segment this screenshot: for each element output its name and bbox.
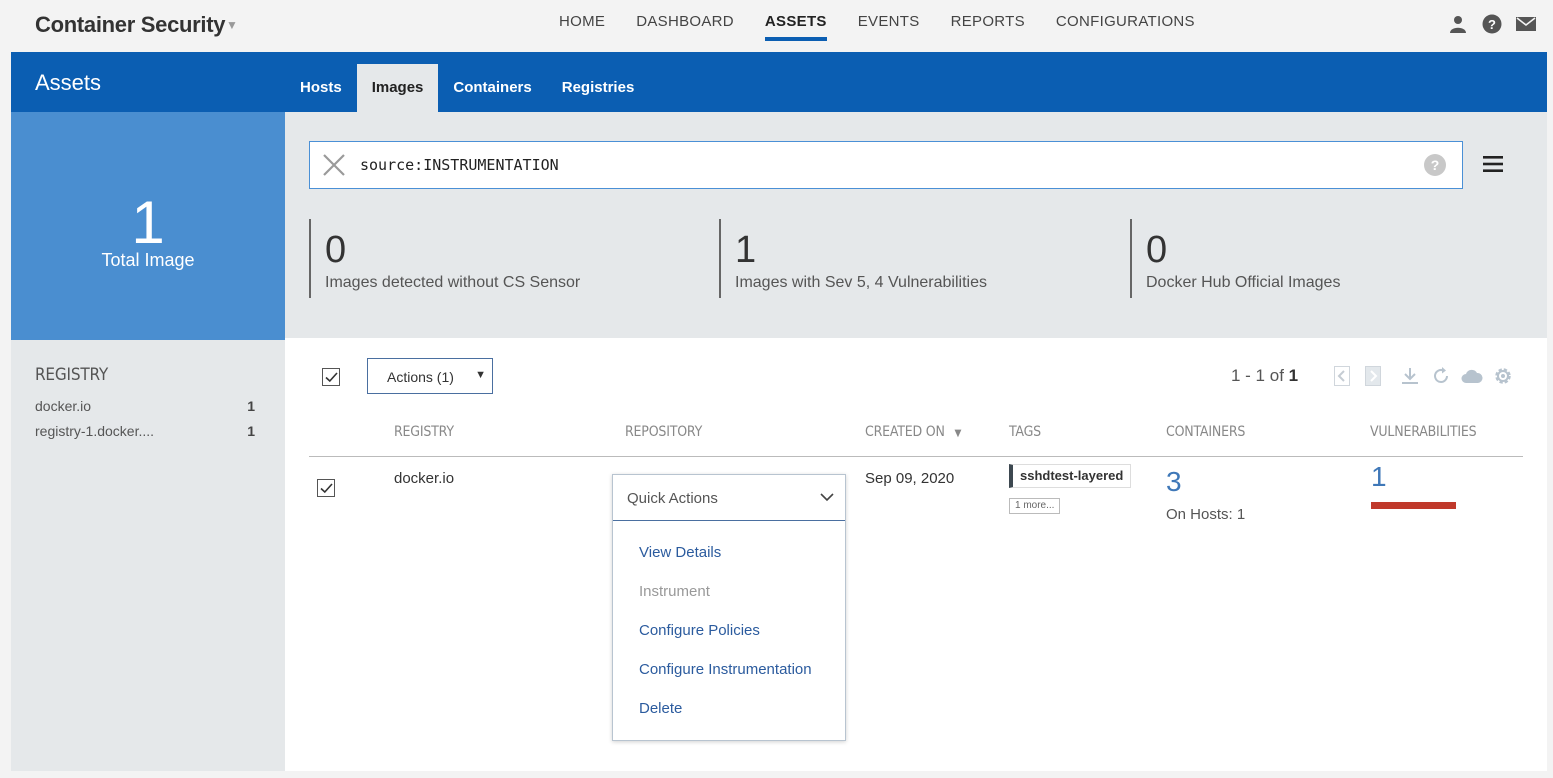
search-input[interactable]: source:INSTRUMENTATION [360,156,559,174]
nav-reports[interactable]: REPORTS [951,0,1025,52]
registry-filter-item[interactable]: registry-1.docker.... 1 [35,423,255,439]
quick-actions-label: Quick Actions [627,490,718,507]
app-title[interactable]: Container Security [35,12,226,38]
registry-filter-count: 1 [247,398,255,414]
sort-desc-icon: ▼ [954,428,962,439]
tab-containers[interactable]: Containers [438,64,546,112]
chevron-down-icon: ▼ [475,369,486,381]
registry-filter-name: registry-1.docker.... [35,423,155,439]
menu-item-configure-instrumentation[interactable]: Configure Instrumentation [639,661,812,678]
cell-registry: docker.io [394,470,455,487]
cell-created-on: Sep 09, 2020 [865,470,955,487]
stat-value: 1 [735,229,757,271]
more-tags-link[interactable]: 1 more... [1009,498,1061,514]
quick-actions-menu: Quick Actions View Details Instrument Co… [612,474,846,741]
settings-gear-icon[interactable] [1492,365,1514,387]
stat-value: 0 [325,229,347,271]
page-title: Assets [35,70,102,95]
summary-panel: source:INSTRUMENTATION ? 0 Images detect… [285,112,1547,338]
column-header-tags[interactable]: TAGS [1009,424,1041,440]
row-checkbox[interactable] [317,479,335,497]
menu-item-instrument: Instrument [639,583,710,600]
top-bar: Container Security ▼ HOME DASHBOARD ASSE… [0,0,1553,52]
asset-tabs: Hosts Images Containers Registries [285,64,649,112]
menu-item-configure-policies[interactable]: Configure Policies [639,622,760,639]
stat-sev-vulnerabilities[interactable]: 1 Images with Sev 5, 4 Vulnerabilities [719,219,987,298]
search-help-icon[interactable]: ? [1424,154,1446,176]
pagination-info: 1 - 1 of 1 [1231,366,1298,386]
column-header-registry[interactable]: REGISTRY [394,424,454,440]
column-header-vulnerabilities[interactable]: VULNERABILITIES [1370,424,1477,440]
tab-images[interactable]: Images [356,64,439,112]
registry-filter-panel: REGISTRY docker.io 1 registry-1.docker..… [11,340,285,771]
stat-without-sensor[interactable]: 0 Images detected without CS Sensor [309,219,580,298]
registry-filter-count: 1 [247,423,255,439]
user-icon[interactable] [1447,13,1469,35]
images-table-area: Actions (1) ▼ 1 - 1 of 1 REGISTRY REPOSI… [285,338,1547,771]
column-header-created-on[interactable]: CREATED ON ▼ [865,424,961,440]
vulnerabilities-count-link[interactable]: 1 [1371,461,1387,493]
header-divider [309,456,1523,457]
actions-dropdown[interactable]: Actions (1) ▼ [367,358,493,394]
download-icon[interactable] [1399,365,1421,387]
svg-text:?: ? [1488,17,1496,32]
registry-filter-item[interactable]: docker.io 1 [35,398,255,414]
top-icons: ? [1447,13,1537,35]
nav-assets[interactable]: ASSETS [764,0,827,52]
menu-hamburger-icon[interactable] [1483,155,1503,173]
pagination-range: 1 - 1 of [1231,366,1284,385]
help-icon[interactable]: ? [1481,13,1503,35]
nav-configurations[interactable]: CONFIGURATIONS [1056,0,1195,52]
mail-icon[interactable] [1515,13,1537,35]
cloud-icon[interactable] [1461,365,1483,387]
search-bar[interactable]: source:INSTRUMENTATION ? [309,141,1463,189]
pagination-total: 1 [1288,366,1299,385]
tab-registries[interactable]: Registries [547,64,650,112]
nav-dashboard[interactable]: DASHBOARD [636,0,734,52]
registry-filter-title: REGISTRY [35,365,108,385]
total-images-label: Total Image [101,250,195,270]
quick-actions-toggle[interactable]: Quick Actions [613,475,845,521]
chevron-down-icon [819,489,835,505]
column-header-containers[interactable]: CONTAINERS [1166,424,1245,440]
select-all-checkbox[interactable] [322,368,340,386]
total-images-card: 1 Total Image [11,112,285,340]
total-images-count: 1 [131,189,165,256]
stat-label: Images detected without CS Sensor [325,274,581,291]
stat-value: 0 [1146,229,1168,271]
tab-hosts[interactable]: Hosts [285,64,357,112]
vulnerability-severity-bar [1371,502,1456,509]
created-on-label: CREATED ON [865,424,945,440]
nav-home[interactable]: HOME [559,0,605,52]
next-page-icon[interactable] [1362,365,1384,387]
stat-label: Docker Hub Official Images [1146,274,1341,291]
containers-count-link[interactable]: 3 [1166,466,1182,498]
on-hosts-count: On Hosts: 1 [1166,506,1246,523]
image-tag-badge: sshdtest-layered [1009,464,1132,488]
menu-item-delete[interactable]: Delete [639,700,682,717]
stat-docker-hub-official[interactable]: 0 Docker Hub Official Images [1130,219,1340,298]
column-header-repository[interactable]: REPOSITORY [625,424,702,440]
table-toolbar-icons [1331,365,1514,387]
refresh-icon[interactable] [1430,365,1452,387]
nav-events[interactable]: EVENTS [858,0,920,52]
previous-page-icon[interactable] [1331,365,1353,387]
assets-header-band: Assets Hosts Images Containers Registrie… [11,52,1547,112]
menu-item-view-details[interactable]: View Details [639,544,721,561]
stat-label: Images with Sev 5, 4 Vulnerabilities [735,274,987,291]
registry-filter-name: docker.io [35,398,92,414]
app-switcher-caret-icon[interactable]: ▼ [226,18,238,32]
actions-label: Actions (1) [387,369,454,385]
clear-search-icon[interactable] [322,153,346,177]
main-nav: HOME DASHBOARD ASSETS EVENTS REPORTS CON… [559,0,1226,52]
